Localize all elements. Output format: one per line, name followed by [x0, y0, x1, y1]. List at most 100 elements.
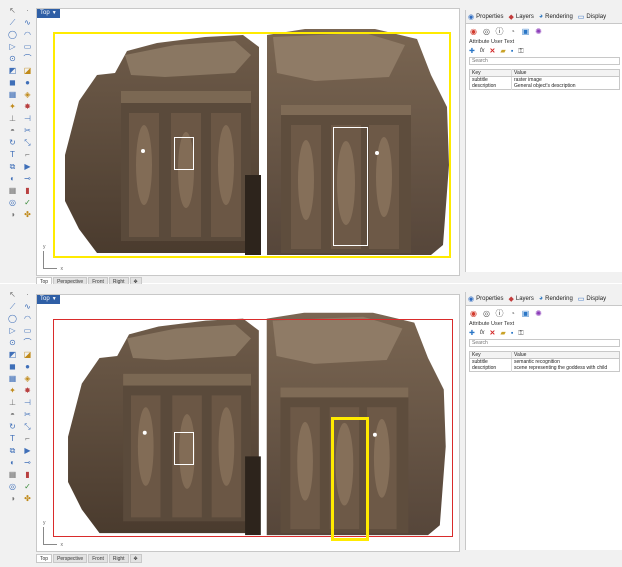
viewport-title-tab[interactable]: Top ▼: [37, 9, 60, 18]
viewport-top[interactable]: Top ▼ y x: [36, 8, 460, 276]
mesh-edit-icon[interactable]: ◈: [21, 90, 34, 100]
solid-box-icon[interactable]: ◼: [6, 362, 19, 372]
surface-icon[interactable]: ◩: [6, 350, 19, 360]
goddess-selection-frame[interactable]: [331, 417, 369, 541]
scale-icon[interactable]: ⤡: [21, 422, 34, 432]
table-row[interactable]: description General object's description: [469, 83, 620, 90]
ellipse-icon[interactable]: ⊙: [6, 54, 19, 64]
point-icon[interactable]: ·: [21, 290, 34, 300]
join-icon[interactable]: ⊥: [6, 398, 19, 408]
trim-icon[interactable]: ✂: [21, 126, 34, 136]
circle-icon[interactable]: ◯: [6, 30, 19, 40]
select-arrow-icon[interactable]: ↖: [6, 290, 19, 300]
sphere-icon[interactable]: ●: [21, 362, 34, 372]
key-icon[interactable]: ⚿: [518, 48, 523, 55]
check-icon[interactable]: ✓: [21, 482, 34, 492]
sphere-icon[interactable]: ●: [21, 78, 34, 88]
save-icon[interactable]: ▪: [511, 330, 513, 337]
measure-icon[interactable]: ⊸: [21, 458, 34, 468]
curve-icon[interactable]: ∿: [21, 18, 34, 28]
viewport-title-tab[interactable]: Top ▼: [37, 295, 60, 304]
add-key-icon[interactable]: ✚: [469, 48, 475, 55]
folder-icon[interactable]: ▰: [500, 330, 505, 337]
surface-icon[interactable]: ◩: [6, 66, 19, 76]
object-color-icon[interactable]: ◉: [468, 26, 479, 37]
tab-right[interactable]: Right: [108, 554, 129, 563]
scale-icon[interactable]: ⤡: [21, 138, 34, 148]
light-bulb-icon[interactable]: ◔: [507, 308, 518, 319]
light-icon[interactable]: ◑: [6, 210, 19, 220]
check-icon[interactable]: ✓: [21, 198, 34, 208]
folder-icon[interactable]: ▰: [500, 48, 505, 55]
object-type-icon[interactable]: ◎: [481, 308, 492, 319]
attribute-user-text-icon[interactable]: ▣: [520, 308, 531, 319]
chevron-down-icon[interactable]: ▼: [52, 295, 57, 304]
function-icon[interactable]: fx: [480, 330, 485, 336]
curve-icon[interactable]: ∿: [21, 302, 34, 312]
tab-layers[interactable]: ◆ Layers: [508, 13, 533, 21]
info-icon[interactable]: ⓘ: [494, 308, 505, 319]
edge-icon[interactable]: ◪: [21, 350, 34, 360]
explode-icon[interactable]: ✸: [21, 102, 34, 112]
rectangle-icon[interactable]: ▭: [21, 42, 34, 52]
annotation-box-goddess[interactable]: [333, 127, 368, 246]
annotation-box-small[interactable]: [174, 432, 194, 465]
arc-icon[interactable]: ◠: [21, 314, 34, 324]
value-cell[interactable]: scene representing the goddess with chil…: [512, 365, 620, 372]
object-type-icon[interactable]: ◎: [481, 26, 492, 37]
viewport-top[interactable]: Top ▼ y x: [36, 294, 460, 552]
arc-icon[interactable]: ◠: [21, 30, 34, 40]
boolean-icon[interactable]: ◓: [6, 126, 19, 136]
chevron-down-icon[interactable]: ▼: [52, 9, 57, 18]
dimension-icon[interactable]: ⌐: [21, 150, 34, 160]
function-icon[interactable]: fx: [480, 48, 485, 54]
tab-properties[interactable]: ◉ Properties: [468, 13, 503, 21]
circle-icon[interactable]: ◯: [6, 314, 19, 324]
split-icon[interactable]: ⊣: [21, 398, 34, 408]
fillet-icon[interactable]: ⌒: [21, 338, 34, 348]
tab-layers[interactable]: ◆ Layers: [508, 295, 533, 303]
join-icon[interactable]: ⊥: [6, 114, 19, 124]
raster-image-outline[interactable]: [53, 319, 453, 537]
mesh-icon[interactable]: ▦: [6, 374, 19, 384]
group-icon[interactable]: ⧉: [6, 162, 19, 172]
render-icon[interactable]: ◎: [6, 198, 19, 208]
tab-top[interactable]: Top: [36, 554, 53, 563]
polyline-icon[interactable]: ⟋: [6, 302, 19, 312]
tab-perspective[interactable]: Perspective: [53, 554, 88, 563]
object-color-icon[interactable]: ◉: [468, 308, 479, 319]
explode-icon[interactable]: ✸: [21, 386, 34, 396]
rotate-icon[interactable]: ↻: [6, 138, 19, 148]
add-key-icon[interactable]: ✚: [469, 330, 475, 337]
analyze-icon[interactable]: ◐: [6, 174, 19, 184]
rectangle-icon[interactable]: ▭: [21, 326, 34, 336]
table-row[interactable]: description scene representing the godde…: [469, 365, 620, 372]
dimension-icon[interactable]: ⌐: [21, 434, 34, 444]
analyze-icon[interactable]: ◐: [6, 458, 19, 468]
polygon-icon[interactable]: ▷: [6, 42, 19, 52]
render-icon[interactable]: ◎: [6, 482, 19, 492]
tab-rendering[interactable]: ◕ Rendering: [539, 13, 573, 20]
text-object-icon[interactable]: T: [6, 150, 19, 160]
value-cell[interactable]: General object's description: [512, 83, 620, 90]
point-icon[interactable]: ·: [21, 6, 34, 16]
rotate-icon[interactable]: ↻: [6, 422, 19, 432]
select-arrow-icon[interactable]: ↖: [6, 6, 19, 16]
group-icon[interactable]: ⧉: [6, 446, 19, 456]
transform-icon[interactable]: ✦: [6, 102, 19, 112]
solid-box-icon[interactable]: ◼: [6, 78, 19, 88]
polygon-icon[interactable]: ▷: [6, 326, 19, 336]
block-icon[interactable]: ▶: [21, 162, 34, 172]
key-icon[interactable]: ⚿: [518, 330, 523, 337]
edge-icon[interactable]: ◪: [21, 66, 34, 76]
trim-icon[interactable]: ✂: [21, 410, 34, 420]
text-object-icon[interactable]: T: [6, 434, 19, 444]
tab-display[interactable]: ▭ Display: [578, 295, 606, 303]
tab-properties[interactable]: ◉ Properties: [468, 295, 503, 303]
texture-icon[interactable]: ✺: [533, 308, 544, 319]
tab-display[interactable]: ▭ Display: [578, 13, 606, 21]
add-viewport-icon[interactable]: ✥: [129, 554, 142, 563]
annotation-box-small[interactable]: [174, 137, 194, 170]
texture-icon[interactable]: ✺: [533, 26, 544, 37]
light-bulb-icon[interactable]: ◔: [507, 26, 518, 37]
